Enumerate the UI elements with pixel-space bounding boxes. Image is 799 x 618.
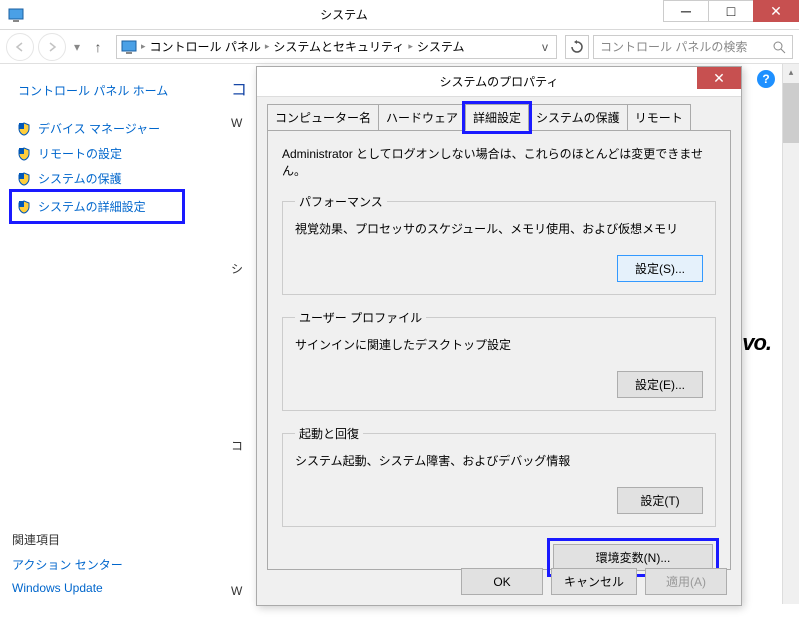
scroll-up-arrow[interactable]: ▴ xyxy=(783,64,799,81)
breadcrumb[interactable]: ▸ コントロール パネル ▸ システムとセキュリティ ▸ システム v xyxy=(116,35,557,59)
apply-button[interactable]: 適用(A) xyxy=(645,568,727,595)
breadcrumb-item[interactable]: システム xyxy=(417,38,465,55)
history-dropdown[interactable]: ▾ xyxy=(70,40,84,54)
user-profile-settings-button[interactable]: 設定(E)... xyxy=(617,371,703,398)
startup-recovery-text: システム起動、システム障害、およびデバッグ情報 xyxy=(295,452,703,469)
startup-recovery-group: 起動と回復 システム起動、システム障害、およびデバッグ情報 設定(T) xyxy=(282,425,716,527)
breadcrumb-dropdown[interactable]: v xyxy=(538,40,552,54)
computer-icon xyxy=(8,7,24,23)
dialog-close-button[interactable]: ✕ xyxy=(697,67,741,89)
startup-recovery-settings-button[interactable]: 設定(T) xyxy=(617,487,703,514)
sidebar-item-protection[interactable]: システムの保護 xyxy=(12,167,203,190)
back-button[interactable] xyxy=(6,33,34,61)
sidebar-item-remote[interactable]: リモートの設定 xyxy=(12,142,203,165)
scroll-thumb[interactable] xyxy=(783,83,799,143)
sidebar-link-label: デバイス マネージャー xyxy=(38,120,160,137)
tab-hardware[interactable]: ハードウェア xyxy=(378,104,466,131)
sidebar-link-label: リモートの設定 xyxy=(38,145,122,162)
system-properties-dialog: システムのプロパティ ✕ コンピューター名 ハードウェア 詳細設定 システムの保… xyxy=(256,66,742,606)
up-button[interactable]: ↑ xyxy=(88,39,108,55)
related-link-windows-update[interactable]: Windows Update xyxy=(12,581,203,595)
user-profile-group: ユーザー プロファイル サインインに関連したデスクトップ設定 設定(E)... xyxy=(282,309,716,411)
search-placeholder: コントロール パネルの検索 xyxy=(600,38,747,55)
shield-icon xyxy=(16,199,32,215)
performance-legend: パフォーマンス xyxy=(295,193,387,210)
sidebar-item-device-manager[interactable]: デバイス マネージャー xyxy=(12,117,203,140)
tab-protection[interactable]: システムの保護 xyxy=(528,104,628,131)
cancel-button[interactable]: キャンセル xyxy=(551,568,637,595)
chevron-right-icon: ▸ xyxy=(265,41,270,52)
performance-text: 視覚効果、プロセッサのスケジュール、メモリ使用、および仮想メモリ xyxy=(295,220,703,237)
control-panel-home-link[interactable]: コントロール パネル ホーム xyxy=(18,82,203,99)
shield-icon xyxy=(16,121,32,137)
tab-computer-name[interactable]: コンピューター名 xyxy=(267,104,379,131)
maximize-button[interactable]: □ xyxy=(708,0,754,22)
computer-icon xyxy=(121,39,137,55)
shield-icon xyxy=(16,146,32,162)
user-profile-legend: ユーザー プロファイル xyxy=(295,309,426,326)
environment-variables-button[interactable]: 環境変数(N)... xyxy=(553,544,713,571)
sidebar-link-label: システムの詳細設定 xyxy=(38,198,146,215)
minimize-button[interactable]: ─ xyxy=(663,0,709,22)
brand-logo: vo. xyxy=(742,330,771,356)
admin-note: Administrator としてログオンしない場合は、これらのほとんどは変更で… xyxy=(282,145,716,179)
sidebar-link-label: システムの保護 xyxy=(38,170,122,187)
dialog-title: システムのプロパティ xyxy=(440,73,559,90)
breadcrumb-item[interactable]: システムとセキュリティ xyxy=(273,38,404,55)
startup-recovery-legend: 起動と回復 xyxy=(295,425,363,442)
forward-button[interactable] xyxy=(38,33,66,61)
chevron-right-icon: ▸ xyxy=(141,41,146,52)
tab-remote[interactable]: リモート xyxy=(627,104,691,131)
related-section-title: 関連項目 xyxy=(12,531,203,548)
help-icon[interactable]: ? xyxy=(757,70,775,88)
close-button[interactable]: ✕ xyxy=(753,0,799,22)
shield-icon xyxy=(16,171,32,187)
chevron-right-icon: ▸ xyxy=(408,41,413,52)
refresh-button[interactable] xyxy=(565,35,589,59)
tab-advanced[interactable]: 詳細設定 xyxy=(465,104,529,131)
sidebar-item-advanced[interactable]: システムの詳細設定 xyxy=(12,192,182,221)
search-input[interactable]: コントロール パネルの検索 xyxy=(593,35,793,59)
breadcrumb-item[interactable]: コントロール パネル xyxy=(150,38,261,55)
performance-group: パフォーマンス 視覚効果、プロセッサのスケジュール、メモリ使用、および仮想メモリ… xyxy=(282,193,716,295)
related-link-action-center[interactable]: アクション センター xyxy=(12,556,203,573)
performance-settings-button[interactable]: 設定(S)... xyxy=(617,255,703,282)
vertical-scrollbar[interactable]: ▴ xyxy=(782,64,799,604)
user-profile-text: サインインに関連したデスクトップ設定 xyxy=(295,336,703,353)
window-title: システム xyxy=(24,6,664,23)
ok-button[interactable]: OK xyxy=(461,568,543,595)
search-icon xyxy=(772,40,786,54)
